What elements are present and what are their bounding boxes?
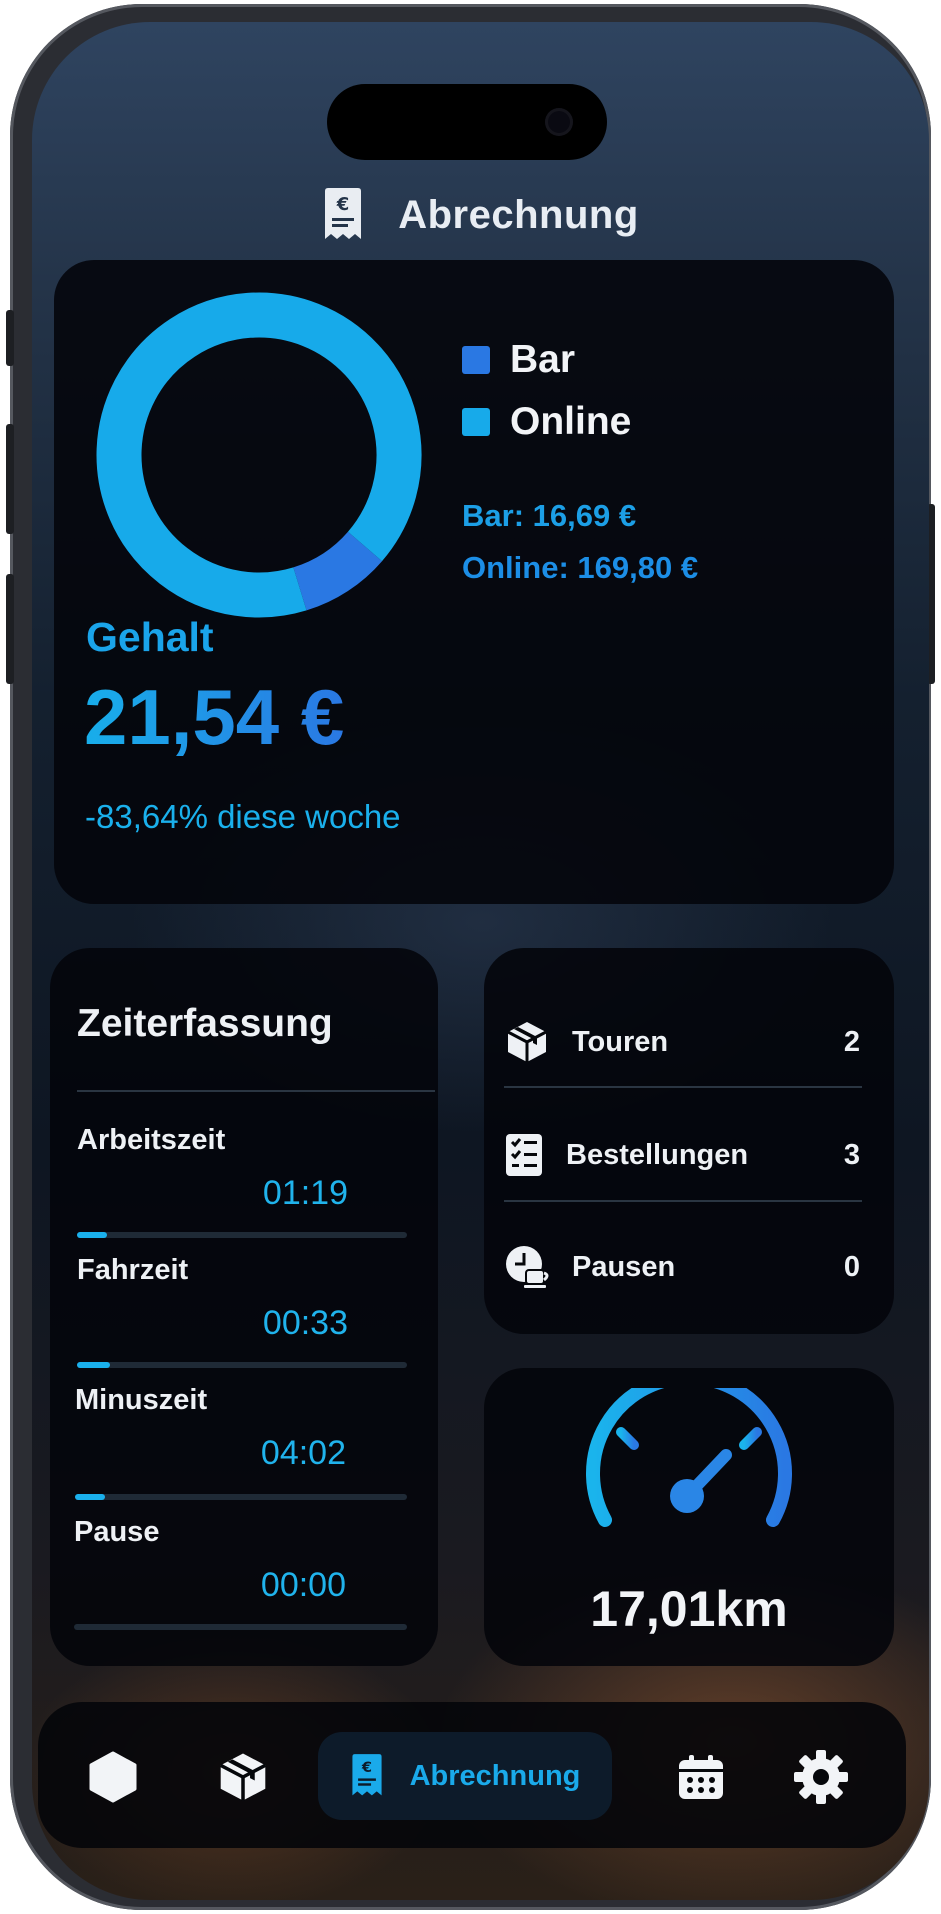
nav-item-billing[interactable]: € Abrechnung [318,1732,612,1820]
stats-card: Touren 2 Bestellungen 3 Pausen 0 [484,948,894,1334]
volume-up-button [6,424,14,534]
legend-label-bar: Bar [510,338,576,381]
volume-down-button [6,574,14,684]
page-title: Abrechnung [398,192,639,237]
time-value-pause: 00:00 [260,1566,346,1604]
progress-fill-drive [77,1362,110,1368]
divider [504,1200,862,1202]
legend-swatch-online [462,408,490,436]
bottom-navigation: € Abrechnung [38,1702,906,1848]
progress-fill-minus [75,1494,105,1500]
box-icon [507,1022,547,1062]
stat-count-orders: 3 [843,1138,860,1171]
nav-item-calendar[interactable] [666,1742,736,1812]
time-tracking-title: Zeiterfassung [77,1002,333,1045]
distance-value: 17,01km [590,1581,788,1637]
progress-track-minus [75,1494,407,1500]
nav-item-home[interactable] [78,1742,148,1812]
svg-text:€: € [336,194,350,215]
time-value-minus: 04:02 [260,1434,346,1472]
app-screen: € Abrechnung Bar Online Bar: 16,69 € Onl… [32,22,929,1900]
dynamic-island [327,84,607,160]
speedometer-icon [586,1388,792,1527]
progress-track-work [77,1232,407,1238]
divider [504,1086,862,1088]
stat-label-orders: Bestellungen [566,1138,749,1171]
stat-row-orders[interactable]: Bestellungen 3 [504,1105,898,1205]
page-header: € Abrechnung [32,180,929,250]
coffee-clock-icon [506,1246,549,1288]
legend-item-bar: Bar [462,338,575,382]
box-icon [219,1753,267,1801]
time-label-work: Arbeitszeit [77,1124,226,1156]
stat-row-breaks[interactable]: Pausen 0 [504,1217,898,1317]
distance-card: 17,01km [484,1368,894,1666]
hexagon-icon [89,1751,137,1803]
gear-icon [794,1750,848,1804]
svg-text:€: € [361,1759,372,1776]
nav-label-billing: Abrechnung [409,1759,581,1792]
time-tracking-card: Zeiterfassung Arbeitszeit 01:19 Fahrzeit… [50,948,438,1666]
progress-track-pause [74,1624,407,1630]
online-amount: Online: 169,80 € [462,550,699,585]
progress-track-drive [77,1362,407,1368]
stat-count-tours: 2 [843,1025,860,1058]
donut-slice-bar [292,531,383,611]
nav-item-tours[interactable] [208,1742,278,1812]
stat-label-tours: Touren [572,1025,669,1058]
time-label-minus: Minuszeit [75,1384,208,1416]
stat-count-breaks: 0 [843,1250,860,1283]
receipt-euro-icon: € [352,1754,382,1796]
salary-label: Gehalt [86,614,214,660]
time-label-pause: Pause [74,1516,160,1548]
calendar-icon [679,1755,723,1799]
salary-value: 21,54 € [84,673,345,761]
action-button [6,310,14,366]
bar-amount: Bar: 16,69 € [462,498,637,533]
progress-fill-work [77,1232,107,1238]
camera-icon [545,108,573,136]
nav-item-settings[interactable] [786,1742,856,1812]
time-value-work: 01:19 [262,1174,348,1212]
time-value-drive: 00:33 [262,1304,348,1342]
checklist-icon [506,1134,542,1176]
salary-change: -83,64% diese woche [85,798,401,835]
salary-card: Bar Online Bar: 16,69 € Online: 169,80 €… [54,260,894,904]
legend-item-online: Online [462,400,631,444]
payment-donut-chart [96,292,422,618]
legend-label-online: Online [510,400,632,443]
stat-row-tours[interactable]: Touren 2 [504,992,898,1092]
stat-label-breaks: Pausen [572,1250,676,1283]
legend-swatch-bar [462,346,490,374]
time-label-drive: Fahrzeit [77,1254,189,1286]
phone-frame: € Abrechnung Bar Online Bar: 16,69 € Onl… [6,4,935,1910]
receipt-euro-icon: € [325,188,362,239]
divider [77,1090,435,1092]
